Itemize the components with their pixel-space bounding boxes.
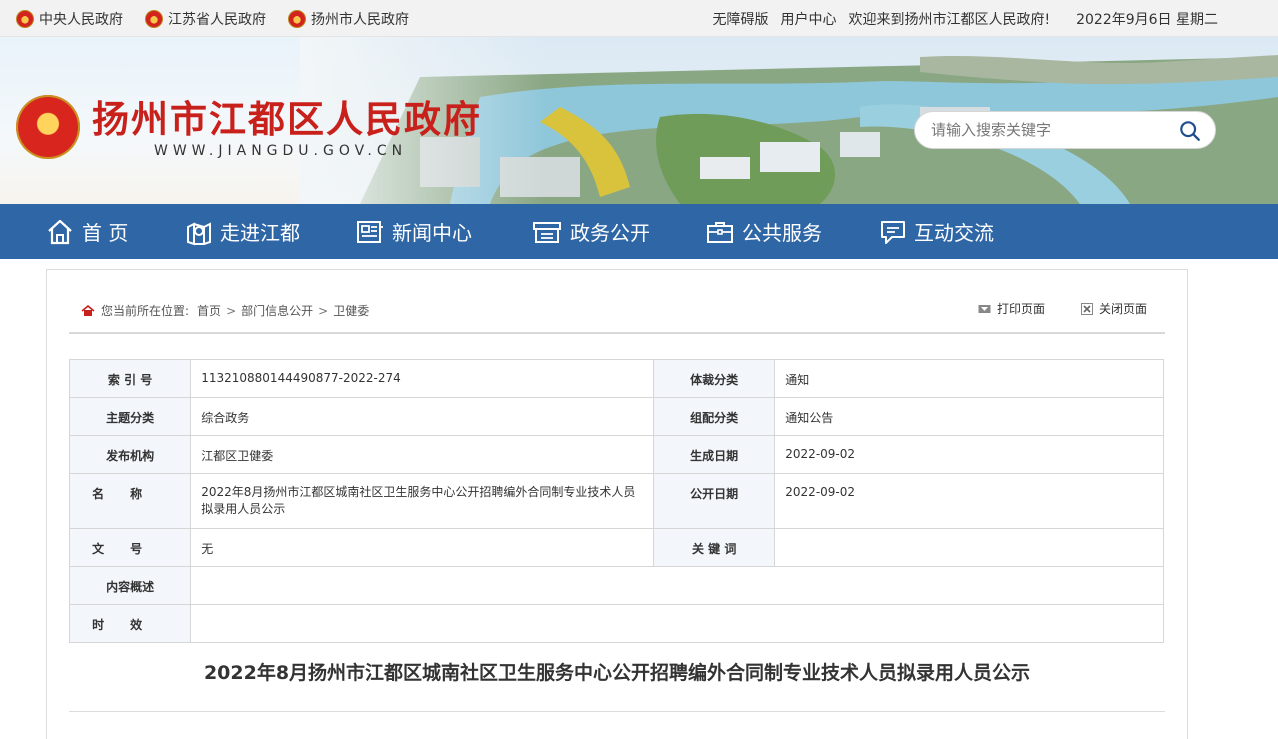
header-banner: 扬州市江都区人民政府 WWW.JIANGDU.GOV.CN xyxy=(0,37,1278,204)
genre-value: 通知 xyxy=(774,359,1164,398)
close-page-button[interactable]: 关闭页面 xyxy=(1080,300,1147,317)
current-date: 2022年9月6日 星期二 xyxy=(1076,11,1218,28)
divider xyxy=(69,711,1165,712)
table-row: 文号 无 关 键 词 xyxy=(68,528,1164,567)
print-icon xyxy=(978,304,991,313)
document-stack-icon xyxy=(533,221,561,243)
nav-gov-affairs[interactable]: 政务公开 xyxy=(532,204,650,259)
breadcrumb: 您当前所在位置: 首页 > 部门信息公开 > 卫健委 xyxy=(81,302,369,319)
keywords-value xyxy=(774,528,1164,567)
index-no-value: 113210880144490877-2022-274 xyxy=(190,359,655,398)
summary-label: 内容概述 xyxy=(68,566,192,605)
link-yangzhou-gov[interactable]: 扬州市人民政府 xyxy=(288,9,409,29)
chat-bubble-icon xyxy=(881,220,905,244)
nav-public-services[interactable]: 公共服务 xyxy=(706,204,822,259)
national-emblem-icon xyxy=(16,9,34,28)
genre-label: 体裁分类 xyxy=(653,359,776,398)
top-bar: 中央人民政府 江苏省人民政府 扬州市人民政府 无障碍版 用户中心 欢迎来到扬州市… xyxy=(0,0,1278,37)
created-date-label: 生成日期 xyxy=(653,435,776,474)
table-row: 名称 2022年8月扬州市江都区城南社区卫生服务中心公开招聘编外合同制专业技术人… xyxy=(68,473,1164,529)
table-row: 内容概述 xyxy=(68,566,1164,605)
summary-value xyxy=(190,566,1164,605)
top-right: 无障碍版 用户中心 欢迎来到扬州市江都区人民政府! 2022年9月6日 星期二 xyxy=(700,0,1218,37)
divider xyxy=(69,332,1165,334)
national-emblem-logo xyxy=(16,95,80,159)
group-label: 组配分类 xyxy=(653,397,776,436)
site-title: 扬州市江都区人民政府 xyxy=(92,98,482,141)
home-icon xyxy=(48,219,72,244)
doc-no-value: 无 xyxy=(190,528,655,567)
link-jiangsu-gov[interactable]: 江苏省人民政府 xyxy=(145,9,266,29)
table-row: 发布机构 江都区卫健委 生成日期 2022-09-02 xyxy=(68,435,1164,474)
site-url: WWW.JIANGDU.GOV.CN xyxy=(154,143,408,159)
user-center-link[interactable]: 用户中心 xyxy=(780,9,836,29)
page-tools: 打印页面 关闭页面 xyxy=(942,300,1147,317)
national-emblem-icon xyxy=(145,9,163,28)
table-row: 时效 xyxy=(68,604,1164,643)
topic-value: 综合政务 xyxy=(190,397,655,436)
validity-value xyxy=(190,604,1164,643)
close-icon xyxy=(1080,302,1093,315)
breadcrumb-dept-info[interactable]: 部门信息公开 xyxy=(241,302,313,319)
search-box xyxy=(914,111,1216,149)
main-nav: 首 页 走进江都 新闻中心 政务公开 公共服务 互动交流 xyxy=(0,204,1278,259)
gov-links: 中央人民政府 江苏省人民政府 扬州市人民政府 xyxy=(16,0,431,37)
breadcrumb-separator: > xyxy=(226,303,237,318)
name-label: 名称 xyxy=(68,473,192,529)
created-date-value: 2022-09-02 xyxy=(774,435,1164,474)
search-input[interactable] xyxy=(931,121,1171,139)
topic-label: 主题分类 xyxy=(68,397,192,436)
published-date-value: 2022-09-02 xyxy=(774,473,1164,529)
keywords-label: 关 键 词 xyxy=(653,528,776,567)
accessibility-link[interactable]: 无障碍版 xyxy=(712,9,768,29)
content-panel: 您当前所在位置: 首页 > 部门信息公开 > 卫健委 打印页面 关闭页面 索 引… xyxy=(46,269,1188,739)
publisher-value: 江都区卫健委 xyxy=(190,435,655,474)
welcome-text: 欢迎来到扬州市江都区人民政府! xyxy=(848,11,1051,28)
breadcrumb-health-commission[interactable]: 卫健委 xyxy=(333,302,369,319)
nav-interaction[interactable]: 互动交流 xyxy=(880,204,994,259)
print-button[interactable]: 打印页面 xyxy=(978,300,1045,317)
breadcrumb-label: 您当前所在位置: xyxy=(101,304,190,318)
group-value: 通知公告 xyxy=(774,397,1164,436)
published-date-label: 公开日期 xyxy=(653,473,776,529)
search-icon[interactable] xyxy=(1179,120,1201,142)
publisher-label: 发布机构 xyxy=(68,435,192,474)
breadcrumb-home[interactable]: 首页 xyxy=(197,302,221,319)
national-emblem-icon xyxy=(288,9,306,28)
article-title: 2022年8月扬州市江都区城南社区卫生服务中心公开招聘编外合同制专业技术人员拟录… xyxy=(203,662,1031,684)
index-no-label: 索 引 号 xyxy=(68,359,192,398)
newspaper-icon xyxy=(357,220,383,243)
name-value: 2022年8月扬州市江都区城南社区卫生服务中心公开招聘编外合同制专业技术人员拟录… xyxy=(190,473,655,529)
table-row: 主题分类 综合政务 组配分类 通知公告 xyxy=(68,397,1164,436)
doc-no-label: 文号 xyxy=(68,528,192,567)
link-central-gov[interactable]: 中央人民政府 xyxy=(16,9,123,29)
nav-news-center[interactable]: 新闻中心 xyxy=(356,204,472,259)
validity-label: 时效 xyxy=(68,604,192,643)
table-row: 索 引 号 113210880144490877-2022-274 体裁分类 通… xyxy=(68,359,1164,398)
home-icon xyxy=(81,304,95,316)
briefcase-icon xyxy=(707,221,733,243)
breadcrumb-separator: > xyxy=(318,303,329,318)
document-info-table: 索 引 号 113210880144490877-2022-274 体裁分类 通… xyxy=(68,359,1164,643)
map-pin-icon xyxy=(187,221,211,245)
nav-home[interactable]: 首 页 xyxy=(46,204,128,259)
nav-about-jiangdu[interactable]: 走进江都 xyxy=(186,204,300,259)
